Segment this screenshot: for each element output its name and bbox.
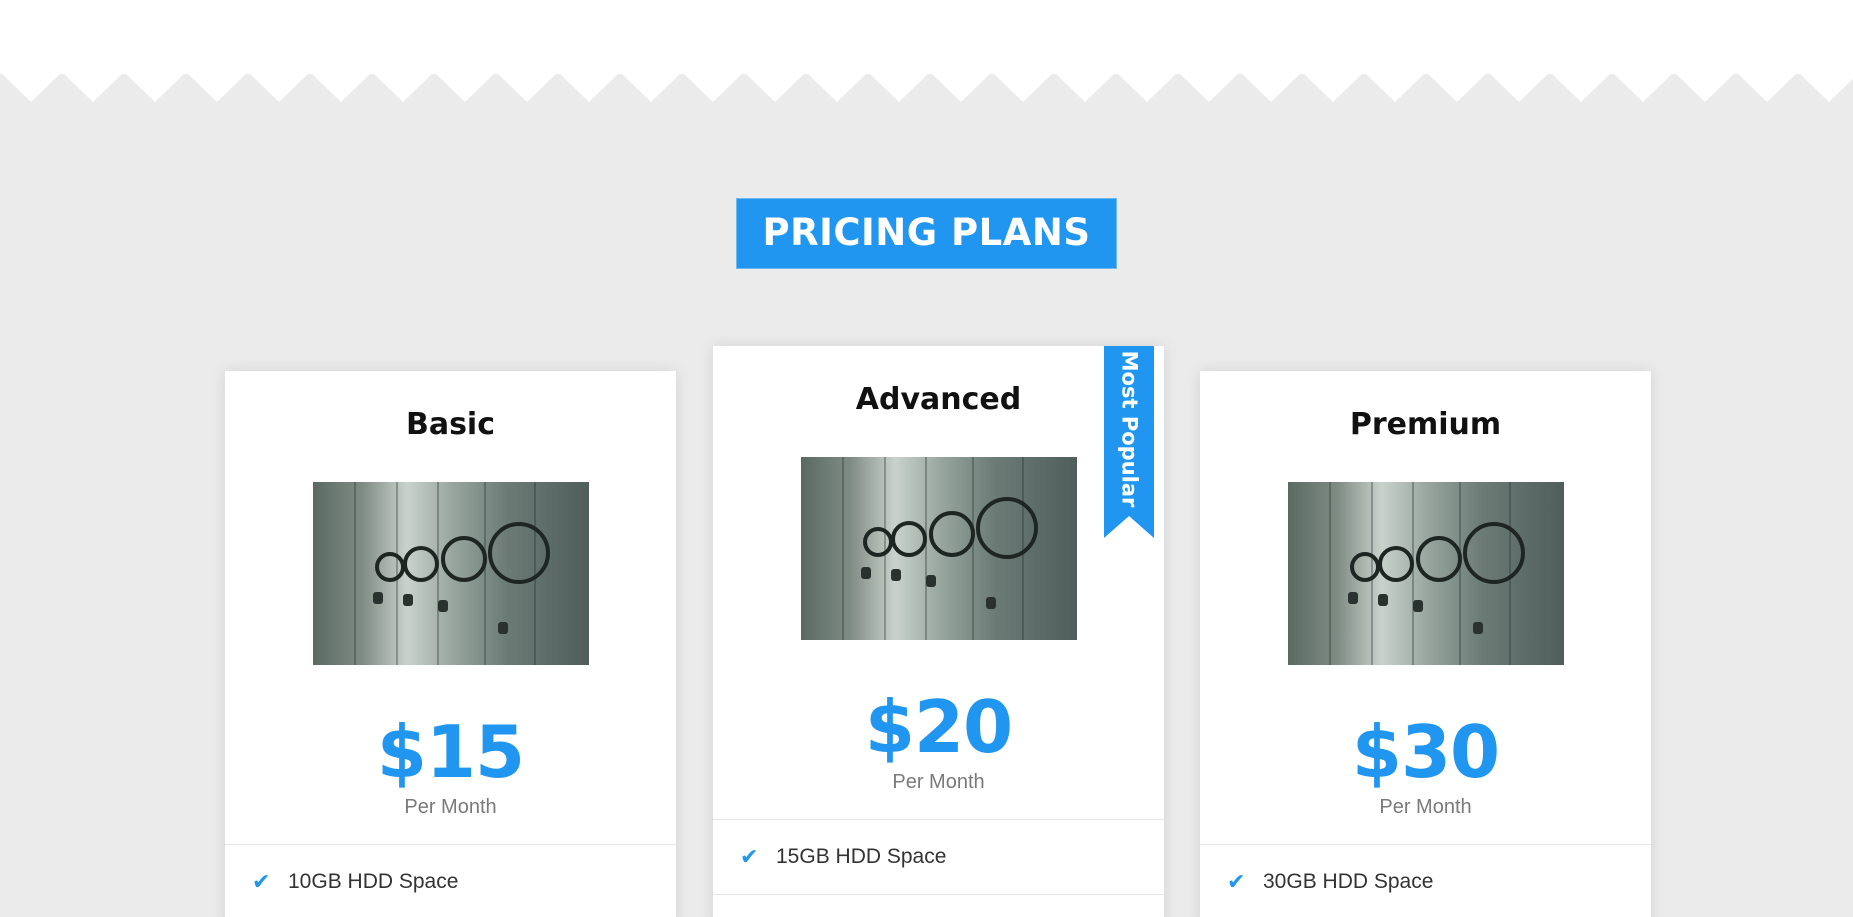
vault-wheel <box>487 522 550 584</box>
plan-period: Per Month <box>404 796 497 818</box>
most-popular-ribbon: Most Popular <box>1104 346 1154 538</box>
vault-door <box>353 482 356 665</box>
check-icon: ✔ <box>252 869 271 894</box>
section-header: PRICING PLANS <box>0 198 1853 269</box>
feature-label: 15GB HDD Space <box>776 845 947 868</box>
plan-period: Per Month <box>892 771 985 793</box>
pricing-card-advanced[interactable]: Advanced $20 Per Month ✔ 15GB HDD Space … <box>713 346 1164 917</box>
vault-wheel <box>975 497 1038 559</box>
vault-wheel <box>402 546 439 582</box>
plan-name: Premium <box>1349 407 1502 442</box>
vault-door <box>1411 482 1414 665</box>
vault-handle <box>860 567 871 579</box>
feature-item: ✔ 15GB HDD Space <box>713 820 1164 895</box>
vault-door <box>924 457 927 640</box>
vault-handle <box>402 594 413 606</box>
vault-wheel <box>928 511 975 557</box>
vault-handle <box>437 600 448 612</box>
vault-handle <box>372 592 383 604</box>
vault-doors-image <box>800 457 1077 640</box>
section-title: PRICING PLANS <box>735 198 1118 269</box>
plan-price: $15 <box>376 710 525 794</box>
vault-doors-image <box>1287 482 1564 665</box>
vault-wheel <box>440 536 487 582</box>
vault-door <box>841 457 844 640</box>
vault-door <box>483 482 486 665</box>
feature-item: ✔ 30GB HDD Space <box>1200 845 1651 917</box>
zigzag-divider <box>0 72 1853 102</box>
top-band <box>0 0 1853 74</box>
vault-door <box>971 457 974 640</box>
plan-period: Per Month <box>1379 796 1472 818</box>
pricing-card-basic[interactable]: Basic $15 Per Month ✔ 10GB HDD Space <box>225 371 676 917</box>
check-icon: ✔ <box>740 844 759 869</box>
vault-handle <box>1347 592 1358 604</box>
vault-handle <box>1377 594 1388 606</box>
vault-wheel <box>1415 536 1462 582</box>
feature-list: ✔ 15GB HDD Space <box>713 819 1164 895</box>
vault-handle <box>890 569 901 581</box>
feature-item: ✔ 10GB HDD Space <box>225 845 676 917</box>
plan-name: Basic <box>405 407 496 442</box>
vault-handle <box>925 575 936 587</box>
feature-label: 30GB HDD Space <box>1263 870 1434 893</box>
vault-wheel <box>1377 546 1414 582</box>
vault-door <box>436 482 439 665</box>
check-icon: ✔ <box>1227 869 1246 894</box>
feature-label: 10GB HDD Space <box>288 870 459 893</box>
vault-wheel <box>890 521 927 557</box>
vault-wheel <box>374 552 405 582</box>
vault-handle <box>1412 600 1423 612</box>
ribbon-label-wrap: Most Popular <box>1104 346 1154 511</box>
vault-door <box>1458 482 1461 665</box>
plan-price: $20 <box>864 685 1013 769</box>
pricing-card-premium[interactable]: Premium $30 Per Month ✔ 30GB HDD Space <box>1200 371 1651 917</box>
feature-list: ✔ 30GB HDD Space <box>1200 844 1651 917</box>
ribbon-label: Most Popular <box>1117 350 1142 507</box>
vault-doors-image <box>312 482 589 665</box>
vault-handle <box>1472 622 1483 634</box>
vault-door <box>1328 482 1331 665</box>
vault-handle <box>985 597 996 609</box>
vault-wheel <box>862 527 893 557</box>
vault-wheel <box>1462 522 1525 584</box>
plan-name: Advanced <box>855 382 1022 417</box>
vault-handle <box>497 622 508 634</box>
feature-list: ✔ 10GB HDD Space <box>225 844 676 917</box>
vault-wheel <box>1349 552 1380 582</box>
plan-price: $30 <box>1351 710 1500 794</box>
